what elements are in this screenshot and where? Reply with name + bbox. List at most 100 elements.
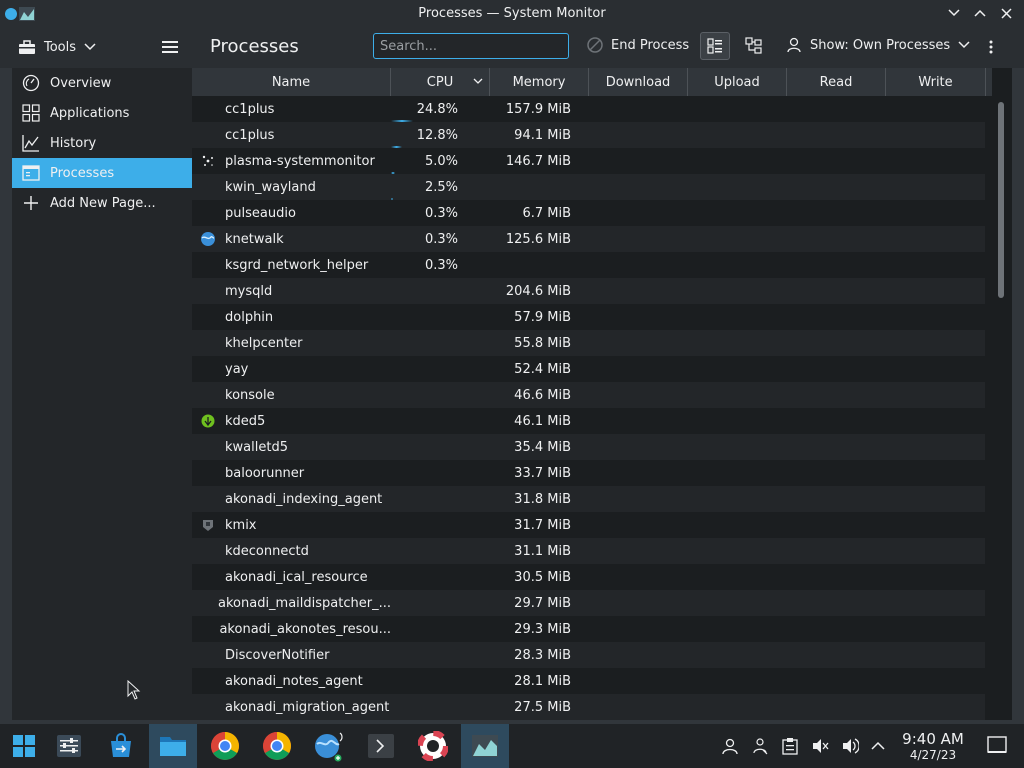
cell-name: kded5 (192, 413, 391, 429)
process-blank-icon (200, 283, 216, 299)
cell-memory: 6.7 MiB (522, 205, 571, 221)
vertical-scrollbar[interactable] (998, 102, 1004, 298)
process-name: akonadi_ical_resource (225, 569, 368, 585)
process-blank-icon (200, 699, 216, 715)
process-name: cc1plus (225, 101, 275, 117)
cell-name: akonadi_notes_agent (192, 673, 391, 689)
table-row[interactable]: cc1plus 12.8% 94.1 MiB (192, 122, 985, 148)
sidebar-item-processes[interactable]: Processes (12, 158, 192, 188)
user-switcher[interactable] (720, 736, 740, 756)
table-row[interactable]: khelpcenter 55.8 MiB (192, 330, 985, 356)
more-options-button[interactable] (982, 37, 1000, 57)
tools-menu-button[interactable]: Tools (18, 34, 96, 60)
maximize-button[interactable] (970, 3, 990, 23)
cell-memory: 28.1 MiB (514, 673, 571, 689)
taskbar-system-monitor[interactable] (461, 724, 509, 768)
cell-cpu: 0.3% (424, 205, 458, 221)
cell-name: akonadi_maildispatcher_... (192, 595, 391, 611)
sidebar-item-overview[interactable]: Overview (12, 68, 192, 98)
column-header-write[interactable]: Write (886, 68, 986, 96)
column-header-name[interactable]: Name (192, 68, 391, 96)
show-filter-label: Show: Own Processes (810, 37, 951, 53)
taskbar-terminal[interactable] (357, 724, 405, 768)
sidebar-item-history[interactable]: History (12, 128, 192, 158)
process-name: plasma-systemmonitor (225, 153, 375, 169)
table-row[interactable]: pulseaudio 0.3% 6.7 MiB (192, 200, 985, 226)
taskbar-help-center[interactable] (409, 724, 457, 768)
table-row[interactable]: akonadi_akonotes_resou... 29.3 MiB (192, 616, 985, 642)
column-header-read[interactable]: Read (787, 68, 886, 96)
table-row[interactable]: DiscoverNotifier 28.3 MiB (192, 642, 985, 668)
table-row[interactable]: kdeconnectd 31.1 MiB (192, 538, 985, 564)
start-menu-button[interactable] (0, 724, 48, 768)
close-button[interactable] (996, 3, 1016, 23)
sidebar-item-applications[interactable]: Applications (12, 98, 192, 128)
mixer-icon (200, 517, 216, 533)
taskbar-discover[interactable] (97, 724, 145, 768)
table-row[interactable]: ksgrd_network_helper 0.3% (192, 252, 985, 278)
table-row[interactable]: konsole 46.6 MiB (192, 382, 985, 408)
table-row[interactable]: kwalletd5 35.4 MiB (192, 434, 985, 460)
table-row[interactable]: baloorunner 33.7 MiB (192, 460, 985, 486)
table-row[interactable]: akonadi_maildispatcher_... 29.7 MiB (192, 590, 985, 616)
process-name: yay (225, 361, 249, 377)
cell-memory: 125.6 MiB (505, 231, 571, 247)
process-name: baloorunner (225, 465, 305, 481)
table-row[interactable]: akonadi_indexing_agent 31.8 MiB (192, 486, 985, 512)
kdeconnect-tray[interactable] (750, 736, 770, 756)
microphone-tray[interactable] (810, 736, 830, 756)
clipboard-tray[interactable] (780, 736, 800, 756)
table-row[interactable]: akonadi_migration_agent 27.5 MiB (192, 694, 985, 720)
taskbar-chrome-2[interactable] (253, 724, 301, 768)
process-name: dolphin (225, 309, 274, 325)
table-row[interactable]: kded5 46.1 MiB (192, 408, 985, 434)
volume-icon (843, 738, 859, 754)
table-row[interactable]: dolphin 57.9 MiB (192, 304, 985, 330)
table-row[interactable]: kwin_wayland 2.5% (192, 174, 985, 200)
column-header-upload[interactable]: Upload (688, 68, 787, 96)
table-row[interactable]: akonadi_ical_resource 30.5 MiB (192, 564, 985, 590)
show-desktop-icon[interactable] (986, 734, 1008, 756)
sidebar-item-label: History (50, 135, 97, 151)
process-blank-icon (200, 621, 210, 637)
chrome-icon (263, 732, 291, 760)
clipboard-icon (782, 738, 798, 755)
minimize-button[interactable] (944, 3, 964, 23)
table-row[interactable]: mysqld 204.6 MiB (192, 278, 985, 304)
hamburger-menu-icon[interactable] (160, 37, 180, 57)
cell-memory: 46.6 MiB (514, 387, 571, 403)
show-filter-dropdown[interactable]: Show: Own Processes (786, 37, 970, 53)
column-header-cpu[interactable]: CPU (391, 68, 490, 96)
table-row[interactable]: knetwalk 0.3% 125.6 MiB (192, 226, 985, 252)
cell-memory: 57.9 MiB (514, 309, 571, 325)
table-row[interactable]: plasma-systemmonitor 5.0% 146.7 MiB (192, 148, 985, 174)
cell-name: mysqld (192, 283, 391, 299)
volume-tray[interactable] (840, 736, 860, 756)
window-title: Processes — System Monitor (418, 5, 606, 21)
table-row[interactable]: akonadi_notes_agent 28.1 MiB (192, 668, 985, 694)
list-view-button[interactable] (700, 32, 730, 60)
sidebar-item-add-new-page[interactable]: Add New Page... (12, 188, 192, 218)
chevron-down-icon (958, 41, 970, 49)
table-row[interactable]: kmix 31.7 MiB (192, 512, 985, 538)
taskbar (0, 724, 1024, 768)
column-header-download[interactable]: Download (589, 68, 688, 96)
tray-expander[interactable] (868, 736, 888, 756)
process-name: DiscoverNotifier (225, 647, 330, 663)
table-row[interactable]: cc1plus 24.8% 157.9 MiB (192, 96, 985, 122)
column-header-memory[interactable]: Memory (490, 68, 589, 96)
chevron-up-icon (871, 741, 885, 750)
taskbar-chrome[interactable] (201, 724, 249, 768)
table-row[interactable]: yay 52.4 MiB (192, 356, 985, 382)
process-name: akonadi_maildispatcher_... (218, 595, 391, 611)
search-input[interactable] (373, 33, 569, 59)
taskbar-file-manager[interactable] (149, 724, 197, 768)
tree-view-button[interactable] (740, 32, 768, 60)
taskbar-settings[interactable] (45, 724, 93, 768)
cell-memory: 146.7 MiB (505, 153, 571, 169)
end-process-button[interactable]: End Process (587, 37, 689, 53)
kebab-menu-icon (989, 40, 993, 54)
process-blank-icon (200, 101, 216, 117)
digital-clock[interactable]: 9:40 AM 4/27/23 (894, 731, 972, 763)
taskbar-knetwalk[interactable] (305, 724, 353, 768)
